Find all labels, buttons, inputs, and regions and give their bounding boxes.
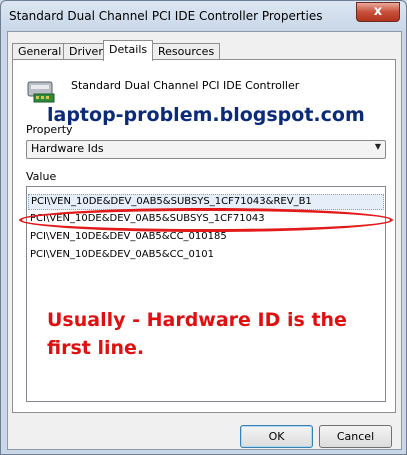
ok-button[interactable]: OK — [240, 425, 313, 448]
list-item[interactable]: PCI\VEN_10DE&DEV_0AB5&CC_010185 — [30, 230, 227, 244]
dialog-client-area: General Driver Details Resources Standar… — [7, 31, 402, 450]
close-button[interactable]: x — [356, 2, 400, 22]
chevron-down-icon: ▼ — [374, 142, 381, 151]
watermark-text: laptop-problem.blogspot.com — [47, 104, 365, 126]
tab-resources[interactable]: Resources — [152, 43, 221, 60]
highlight-ellipse — [19, 208, 393, 232]
annotation-text: Usually - Hardware ID is the first line. — [47, 309, 347, 359]
property-select[interactable]: Hardware Ids ▼ — [26, 140, 386, 159]
property-select-value: Hardware Ids — [31, 142, 104, 155]
cancel-button[interactable]: Cancel — [319, 425, 392, 448]
title-bar[interactable]: Standard Dual Channel PCI IDE Controller… — [1, 1, 406, 31]
tab-details[interactable]: Details — [103, 40, 154, 61]
list-item[interactable]: PCI\VEN_10DE&DEV_0AB5&CC_0101 — [30, 248, 214, 262]
property-label: Property — [26, 123, 73, 136]
window-title: Standard Dual Channel PCI IDE Controller… — [9, 9, 323, 23]
tab-driver[interactable]: Driver — [63, 43, 109, 60]
tab-general[interactable]: General — [12, 43, 68, 60]
details-panel: Standard Dual Channel PCI IDE Controller… — [12, 59, 396, 413]
value-label: Value — [26, 170, 57, 183]
properties-dialog: Standard Dual Channel PCI IDE Controller… — [0, 0, 407, 455]
device-name: Standard Dual Channel PCI IDE Controller — [71, 79, 300, 92]
